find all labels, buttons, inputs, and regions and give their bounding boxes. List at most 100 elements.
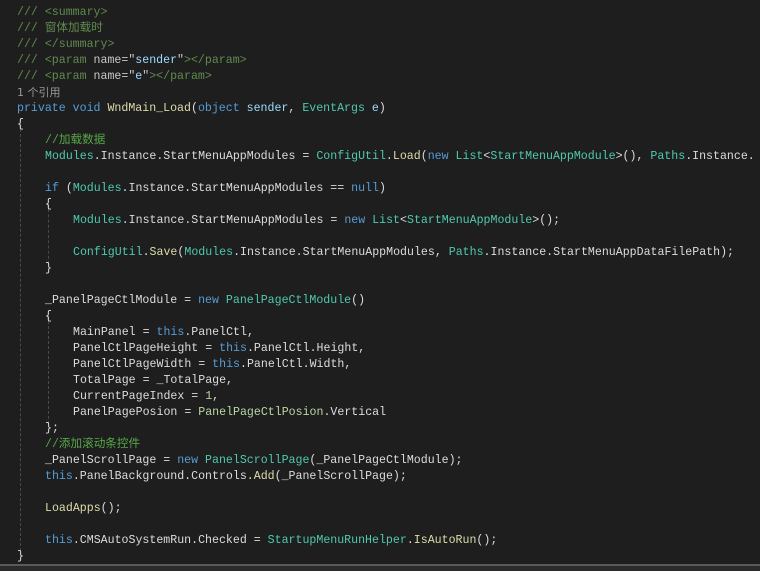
keyword: void	[72, 102, 108, 115]
code-text: _PanelPageCtlModule =	[45, 294, 199, 307]
code-text: _PanelScrollPage =	[45, 454, 178, 467]
method-name: Add	[253, 470, 275, 483]
code-line: }	[45, 261, 52, 277]
type-name: Paths	[448, 246, 484, 259]
doc-attribute: name="	[93, 54, 136, 67]
code-text: .Instance.StartMenuAppModules ==	[121, 182, 352, 195]
doc-comment: /// <param	[17, 70, 94, 83]
code-text: PanelCtlPageWidth =	[73, 358, 213, 371]
parameter: sender	[246, 102, 289, 115]
method-name: Load	[392, 150, 421, 163]
doc-comment: ></param>	[149, 70, 212, 83]
enum-type: PanelPageCtlPosion	[198, 406, 324, 419]
code-line: {	[45, 309, 52, 325]
type-name: Modules	[73, 214, 122, 227]
type-name: EventArgs	[302, 102, 372, 115]
code-text: {	[17, 118, 24, 131]
code-line: {	[45, 197, 52, 213]
type-name: ConfigUtil	[73, 246, 143, 259]
code-line: ConfigUtil.Save(Modules.Instance.StartMe…	[73, 245, 734, 261]
code-line: _PanelScrollPage = new PanelScrollPage(_…	[45, 453, 462, 469]
code-text: ,	[212, 390, 220, 403]
code-text: ();	[476, 534, 498, 547]
type-name: StartMenuAppModule	[490, 150, 616, 163]
type-name: Modules	[45, 150, 94, 163]
code-line: //添加滚动条控件	[45, 437, 140, 453]
type-name: Modules	[72, 182, 122, 195]
code-text: }	[45, 262, 52, 275]
code-text: TotalPage = _TotalPage,	[73, 374, 234, 387]
code-text: {	[45, 310, 52, 323]
code-line: this.CMSAutoSystemRun.Checked = StartupM…	[45, 533, 497, 549]
code-line: //加载数据	[45, 133, 105, 149]
code-text: .CMSAutoSystemRun.Checked =	[72, 534, 268, 547]
code-text: {	[45, 198, 52, 211]
doc-comment: /// <summary>	[17, 6, 108, 19]
code-text: (	[420, 150, 428, 163]
type-name: ConfigUtil	[316, 150, 386, 163]
code-text: (_PanelScrollPage);	[274, 470, 407, 483]
code-line: CurrentPageIndex = 1,	[73, 389, 219, 405]
code-text: };	[45, 422, 59, 435]
keyword: if	[45, 182, 66, 195]
code-line: /// 窗体加载时	[17, 21, 103, 37]
code-line: }	[17, 549, 24, 565]
code-text: (_PanelPageCtlModule);	[309, 454, 463, 467]
code-line: /// <summary>	[17, 5, 107, 21]
code-line: PanelCtlPageHeight = this.PanelCtl.Heigh…	[73, 341, 365, 357]
code-text: .Instance.StartMenuAppModules =	[93, 150, 317, 163]
doc-attribute-value: sender	[135, 54, 178, 67]
code-text: }	[17, 550, 24, 563]
code-line: Modules.Instance.StartMenuAppModules = C…	[45, 149, 755, 165]
code-line: {	[17, 117, 24, 133]
code-text: .PanelCtl.Height,	[246, 342, 366, 355]
code-text: .Instance.StartMenuAppDataFilePath);	[483, 246, 735, 259]
code-text: CurrentPageIndex =	[73, 390, 206, 403]
code-text: .Instance.	[685, 150, 755, 163]
code-line: };	[45, 421, 59, 437]
code-text: (	[190, 102, 198, 115]
code-text: )	[378, 182, 386, 195]
method-name: LoadApps	[45, 502, 101, 515]
parameter: e	[371, 102, 379, 115]
code-text: .PanelCtl,	[184, 326, 254, 339]
horizontal-scrollbar[interactable]	[0, 564, 760, 571]
code-text: ()	[351, 294, 366, 307]
code-text: .	[385, 150, 393, 163]
code-text: <	[400, 214, 407, 227]
type-name: PanelScrollPage	[205, 454, 310, 467]
keyword: this	[219, 342, 247, 355]
method-name: IsAutoRun	[413, 534, 477, 547]
code-line: /// </summary>	[17, 37, 114, 53]
code-text: .PanelBackground.Controls.	[72, 470, 254, 483]
code-line: private void WndMain_Load(object sender,…	[17, 101, 386, 117]
keyword: null	[351, 182, 379, 195]
code-line: /// <param name="e"></param>	[17, 69, 212, 85]
doc-attribute: name="	[93, 70, 136, 83]
code-text: >();	[532, 214, 561, 227]
code-text: .	[406, 534, 414, 547]
keyword: new	[177, 454, 206, 467]
codelens-references[interactable]: 1 个引用	[17, 85, 61, 101]
code-text: (	[65, 182, 73, 195]
indent-guide-initializer	[48, 316, 49, 424]
method-name: WndMain_Load	[107, 102, 191, 115]
type-name: StartMenuAppModule	[407, 214, 533, 227]
code-text: >(),	[615, 150, 651, 163]
doc-attribute: "	[177, 54, 184, 67]
code-line: if (Modules.Instance.StartMenuAppModules…	[45, 181, 386, 197]
type-name: Modules	[184, 246, 234, 259]
reference-count: 1 个引用	[17, 86, 61, 99]
indent-guide-if-block	[48, 204, 49, 264]
type-name: StartupMenuRunHelper	[267, 534, 407, 547]
code-text: .PanelCtl.Width,	[240, 358, 352, 371]
code-editor[interactable]: /// <summary> /// 窗体加载时 /// </summary> /// …	[0, 0, 760, 564]
type-name: List	[372, 214, 401, 227]
indent-guide-method	[20, 124, 21, 556]
doc-comment: /// <param	[17, 54, 94, 67]
keyword: private	[17, 102, 73, 115]
keyword: this	[156, 326, 185, 339]
code-text: .	[142, 246, 150, 259]
code-text: ,	[288, 102, 303, 115]
code-line: PanelPagePosion = PanelPageCtlPosion.Ver…	[73, 405, 386, 421]
